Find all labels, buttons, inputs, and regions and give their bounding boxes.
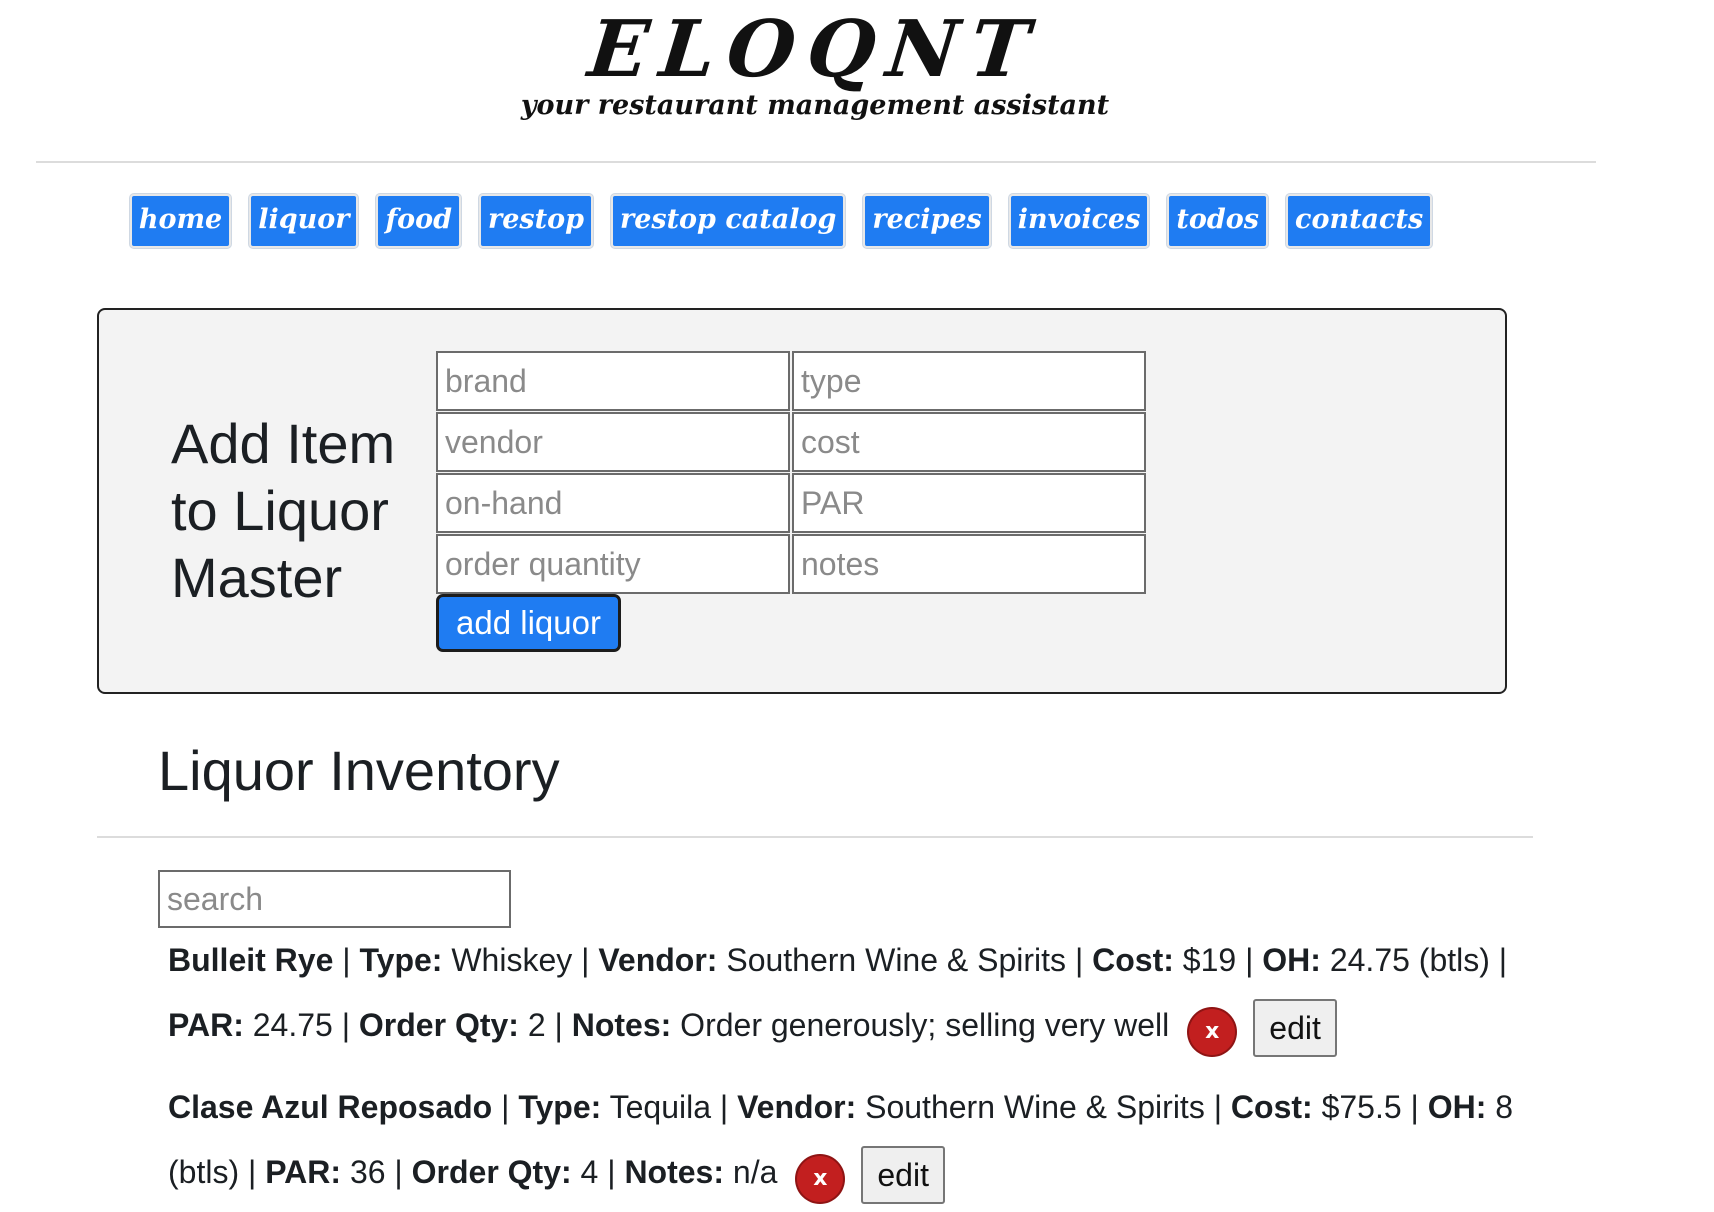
vendor-input[interactable]	[436, 412, 790, 472]
cost-label: Cost:	[1092, 942, 1174, 978]
nav-home[interactable]: home	[129, 194, 232, 248]
nav-todos[interactable]: todos	[1167, 194, 1268, 248]
item-cost: $75.5	[1321, 1089, 1402, 1125]
par-label: PAR:	[168, 1007, 244, 1043]
nav-food[interactable]: food	[376, 194, 461, 248]
search-input[interactable]	[158, 870, 511, 928]
nav-invoices[interactable]: invoices	[1008, 194, 1150, 248]
oh-label: OH:	[1262, 942, 1321, 978]
par-label: PAR:	[265, 1154, 342, 1190]
order-qty-label: Order Qty:	[358, 1007, 519, 1043]
inventory-divider	[97, 836, 1533, 838]
brand-input[interactable]	[436, 351, 790, 411]
edit-button[interactable]: edit	[861, 1145, 945, 1204]
par-input[interactable]	[792, 473, 1146, 533]
item-par: 24.75	[252, 1007, 333, 1043]
header-divider	[36, 161, 1596, 163]
item-order-qty: 2	[527, 1007, 546, 1043]
item-name: Clase Azul Reposado	[168, 1089, 493, 1125]
list-item: Clase Azul Reposado | Type: Tequila | Ve…	[168, 1075, 1538, 1205]
item-vendor: Southern Wine & Spirits	[865, 1089, 1205, 1125]
inventory-title: Liquor Inventory	[158, 739, 560, 802]
oh-label: OH:	[1427, 1089, 1487, 1125]
delete-button[interactable]: x	[1189, 1008, 1236, 1055]
notes-input[interactable]	[792, 534, 1146, 594]
type-label: Type:	[359, 942, 443, 978]
add-item-title: Add Item to Liquor Master	[171, 412, 396, 609]
nav-recipes[interactable]: recipes	[863, 194, 991, 248]
cost-input[interactable]	[792, 412, 1146, 472]
item-name: Bulleit Rye	[168, 942, 334, 978]
on-hand-input[interactable]	[436, 473, 790, 533]
cost-label: Cost:	[1230, 1089, 1313, 1125]
item-oh: 8	[1495, 1089, 1514, 1125]
add-liquor-button[interactable]: add liquor	[436, 594, 621, 652]
type-input[interactable]	[792, 351, 1146, 411]
main-nav: home liquor food restop restop catalog r…	[0, 194, 1562, 248]
logo: ELOQNT	[584, 4, 1046, 95]
add-item-form	[436, 351, 1146, 594]
list-item: Bulleit Rye | Type: Whiskey | Vendor: So…	[168, 928, 1538, 1058]
item-type: Tequila	[609, 1089, 711, 1125]
order-qty-label: Order Qty:	[411, 1154, 572, 1190]
notes-label: Notes:	[624, 1154, 724, 1190]
nav-restop-catalog[interactable]: restop catalog	[610, 194, 846, 248]
item-oh-unit: (btls)	[168, 1154, 240, 1190]
delete-button[interactable]: x	[797, 1155, 844, 1202]
item-cost: $19	[1182, 942, 1237, 978]
item-notes: n/a	[732, 1154, 778, 1190]
add-item-card: Add Item to Liquor Master add liquor	[97, 308, 1507, 694]
item-order-qty: 4	[580, 1154, 599, 1190]
vendor-label: Vendor:	[598, 942, 718, 978]
vendor-label: Vendor:	[737, 1089, 857, 1125]
edit-button[interactable]: edit	[1253, 998, 1337, 1057]
item-oh: 24.75	[1329, 942, 1410, 978]
notes-label: Notes:	[571, 1007, 672, 1043]
nav-restop[interactable]: restop	[479, 194, 593, 248]
item-par: 36	[349, 1154, 386, 1190]
item-oh-unit: (btls)	[1418, 942, 1490, 978]
type-label: Type:	[518, 1089, 602, 1125]
brand-header: ELOQNT your restaurant management assist…	[0, 4, 1630, 122]
nav-contacts[interactable]: contacts	[1286, 194, 1433, 248]
nav-liquor[interactable]: liquor	[249, 194, 359, 248]
item-notes: Order generously; selling very well	[680, 1007, 1170, 1043]
item-vendor: Southern Wine & Spirits	[726, 942, 1067, 978]
order-quantity-input[interactable]	[436, 534, 790, 594]
item-type: Whiskey	[451, 942, 573, 978]
